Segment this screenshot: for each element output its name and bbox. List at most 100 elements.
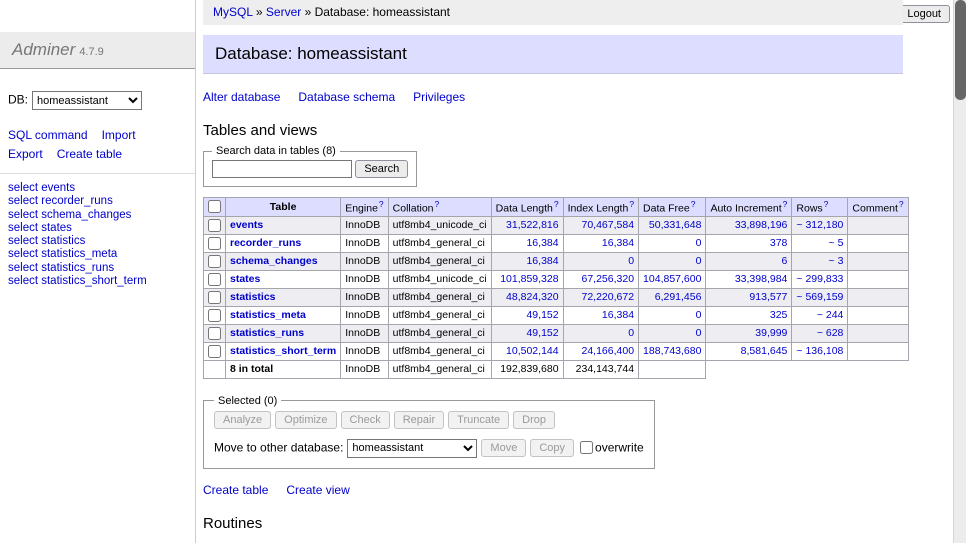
- data-free-link[interactable]: 50,331,648: [649, 219, 702, 231]
- row-checkbox[interactable]: [208, 219, 221, 232]
- data-free-link[interactable]: 188,743,680: [643, 345, 701, 357]
- logout-button[interactable]: Logout: [898, 5, 950, 23]
- data-free-link[interactable]: 0: [696, 309, 702, 321]
- scrollbar-thumb[interactable]: [955, 0, 966, 100]
- data-length-link[interactable]: 101,859,328: [500, 273, 558, 285]
- row-checkbox[interactable]: [208, 273, 221, 286]
- row-checkbox[interactable]: [208, 237, 221, 250]
- sidebar-select-events-link[interactable]: select events: [8, 182, 75, 194]
- sidebar-link-export[interactable]: Export: [8, 147, 43, 161]
- sidebar-link-import[interactable]: Import: [102, 128, 136, 142]
- index-length-link[interactable]: 72,220,672: [581, 291, 634, 303]
- data-free-link[interactable]: 0: [696, 237, 702, 249]
- bulk-check-button[interactable]: Check: [341, 411, 390, 429]
- index-length-link[interactable]: 67,256,320: [581, 273, 634, 285]
- move-button[interactable]: Move: [481, 439, 526, 457]
- index-length-link[interactable]: 70,467,584: [581, 219, 634, 231]
- create-table-link[interactable]: Create table: [203, 483, 268, 497]
- auto-increment-link[interactable]: 33,898,196: [735, 219, 788, 231]
- breadcrumb-link-server[interactable]: Server: [266, 5, 301, 19]
- sidebar-select-states-link[interactable]: select states: [8, 222, 72, 234]
- row-checkbox[interactable]: [208, 291, 221, 304]
- data-length-link[interactable]: 49,152: [526, 309, 558, 321]
- row-checkbox[interactable]: [208, 327, 221, 340]
- help-link[interactable]: ?: [554, 199, 559, 209]
- bulk-drop-button[interactable]: Drop: [513, 411, 555, 429]
- bulk-analyze-button[interactable]: Analyze: [214, 411, 271, 429]
- auto-increment-link[interactable]: 913,577: [749, 291, 787, 303]
- help-link[interactable]: ?: [824, 199, 829, 209]
- move-db-select[interactable]: homeassistant: [347, 439, 477, 458]
- row-checkbox[interactable]: [208, 345, 221, 358]
- data-length-link[interactable]: 16,384: [526, 237, 558, 249]
- breadcrumb-link-mysql[interactable]: MySQL: [213, 5, 253, 19]
- row-checkbox[interactable]: [208, 255, 221, 268]
- bulk-optimize-button[interactable]: Optimize: [275, 411, 336, 429]
- row-checkbox[interactable]: [208, 309, 221, 322]
- bulk-repair-button[interactable]: Repair: [394, 411, 444, 429]
- auto-increment-link[interactable]: 325: [770, 309, 788, 321]
- auto-increment-link[interactable]: 33,398,984: [735, 273, 788, 285]
- rows-estimate-link[interactable]: ~ 3: [829, 255, 844, 267]
- table-name-link[interactable]: statistics_runs: [230, 327, 304, 339]
- help-link[interactable]: ?: [899, 199, 904, 209]
- overwrite-checkbox[interactable]: [580, 441, 593, 454]
- help-link[interactable]: ?: [379, 199, 384, 209]
- index-length-link[interactable]: 16,384: [602, 237, 634, 249]
- rows-estimate-link[interactable]: ~ 299,833: [796, 273, 843, 285]
- data-free-link[interactable]: 0: [696, 327, 702, 339]
- table-name-link[interactable]: states: [230, 273, 260, 285]
- sidebar-select-schema-changes-link[interactable]: select schema_changes: [8, 209, 131, 221]
- data-length-link[interactable]: 49,152: [526, 327, 558, 339]
- auto-increment-link[interactable]: 378: [770, 237, 788, 249]
- bulk-truncate-button[interactable]: Truncate: [448, 411, 509, 429]
- db-select[interactable]: homeassistant: [32, 91, 142, 110]
- table-name-link[interactable]: statistics: [230, 291, 276, 303]
- rows-estimate-link[interactable]: ~ 136,108: [796, 345, 843, 357]
- sidebar-link-create-table[interactable]: Create table: [57, 147, 122, 161]
- alter-database-link[interactable]: Alter database: [203, 90, 280, 104]
- rows-estimate-link[interactable]: ~ 244: [817, 309, 844, 321]
- search-input[interactable]: [212, 160, 352, 178]
- scrollbar[interactable]: [953, 0, 966, 543]
- data-length-link[interactable]: 10,502,144: [506, 345, 559, 357]
- help-link[interactable]: ?: [629, 199, 634, 209]
- adminer-logo[interactable]: Adminer: [12, 40, 75, 59]
- help-link[interactable]: ?: [435, 199, 440, 209]
- table-name-link[interactable]: schema_changes: [230, 255, 318, 267]
- sidebar-select-statistics-link[interactable]: select statistics: [8, 235, 85, 247]
- index-length-link[interactable]: 24,166,400: [581, 345, 634, 357]
- copy-button[interactable]: Copy: [530, 439, 574, 457]
- create-view-link[interactable]: Create view: [286, 483, 349, 497]
- data-length-link[interactable]: 16,384: [526, 255, 558, 267]
- sidebar-select-statistics-runs-link[interactable]: select statistics_runs: [8, 262, 114, 274]
- database-schema-link[interactable]: Database schema: [298, 90, 395, 104]
- table-name-link[interactable]: events: [230, 219, 263, 231]
- table-name-link[interactable]: recorder_runs: [230, 237, 301, 249]
- data-length-link[interactable]: 31,522,816: [506, 219, 559, 231]
- rows-estimate-link[interactable]: ~ 5: [829, 237, 844, 249]
- help-link[interactable]: ?: [691, 199, 696, 209]
- sidebar-link-sql-command[interactable]: SQL command: [8, 128, 88, 142]
- data-free-link[interactable]: 0: [696, 255, 702, 267]
- index-length-link[interactable]: 0: [628, 255, 634, 267]
- index-length-link[interactable]: 0: [628, 327, 634, 339]
- privileges-link[interactable]: Privileges: [413, 90, 465, 104]
- table-name-link[interactable]: statistics_meta: [230, 309, 306, 321]
- table-name-link[interactable]: statistics_short_term: [230, 345, 336, 357]
- index-length-link[interactable]: 16,384: [602, 309, 634, 321]
- sidebar-select-statistics-meta-link[interactable]: select statistics_meta: [8, 248, 117, 260]
- help-link[interactable]: ?: [783, 199, 788, 209]
- rows-estimate-link[interactable]: ~ 569,159: [796, 291, 843, 303]
- auto-increment-link[interactable]: 39,999: [755, 327, 787, 339]
- sidebar-select-statistics-short-term-link[interactable]: select statistics_short_term: [8, 275, 147, 287]
- auto-increment-link[interactable]: 8,581,645: [741, 345, 788, 357]
- rows-estimate-link[interactable]: ~ 628: [817, 327, 844, 339]
- auto-increment-link[interactable]: 6: [782, 255, 788, 267]
- data-free-link[interactable]: 104,857,600: [643, 273, 701, 285]
- search-button[interactable]: Search: [355, 160, 408, 178]
- rows-estimate-link[interactable]: ~ 312,180: [796, 219, 843, 231]
- select-all-checkbox[interactable]: [208, 200, 221, 213]
- sidebar-select-recorder-runs-link[interactable]: select recorder_runs: [8, 195, 113, 207]
- data-free-link[interactable]: 6,291,456: [655, 291, 702, 303]
